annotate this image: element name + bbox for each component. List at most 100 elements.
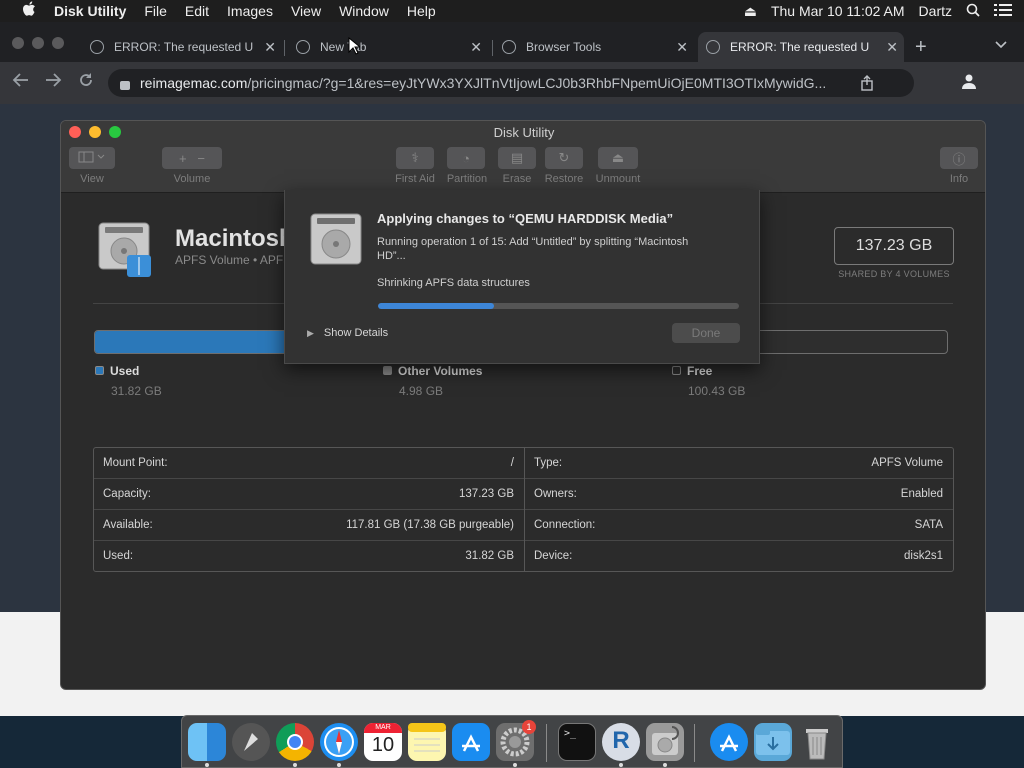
chevron-down-icon[interactable] xyxy=(995,38,1007,52)
browser-tab-2[interactable]: New Tab ✕ xyxy=(288,32,488,62)
finder-icon[interactable] xyxy=(188,723,226,761)
info-icon: ⓘ xyxy=(952,151,966,167)
menu-window[interactable]: Window xyxy=(339,3,389,19)
close-icon[interactable]: ✕ xyxy=(264,39,276,56)
apple-menu-icon[interactable] xyxy=(18,1,40,21)
close-icon[interactable]: ✕ xyxy=(470,39,482,56)
browser-minimize-button[interactable] xyxy=(32,37,44,49)
legend-label: Free xyxy=(687,364,713,378)
terminal-icon[interactable]: >_ xyxy=(558,723,596,761)
menubar-user[interactable]: Dartz xyxy=(919,3,952,19)
disk-utility-icon[interactable] xyxy=(646,723,684,761)
info-value: SATA xyxy=(914,519,943,531)
disk-utility-toolbar: Disk Utility View + − Volume ⚕ First Aid… xyxy=(61,121,985,193)
toolbar-label: Unmount xyxy=(595,173,641,185)
calendar-icon[interactable]: MAR 10 xyxy=(364,723,402,761)
info-value: APFS Volume xyxy=(871,457,943,469)
restore-button[interactable]: ↻ xyxy=(545,147,583,169)
hard-drive-icon xyxy=(309,210,365,268)
running-indicator xyxy=(619,763,623,767)
browser-close-button[interactable] xyxy=(12,37,24,49)
running-indicator xyxy=(337,763,341,767)
tab-title: New Tab xyxy=(320,40,367,54)
r-app-icon[interactable]: R xyxy=(602,723,640,761)
dock: MAR 10 1 >_ R xyxy=(181,715,843,768)
back-arrow-icon[interactable] xyxy=(12,72,30,93)
app-store-icon[interactable] xyxy=(452,723,490,761)
globe-icon xyxy=(90,40,104,54)
toolbar-label: Volume xyxy=(173,173,211,185)
menubar-clock[interactable]: Thu Mar 10 11:02 AM xyxy=(771,3,905,19)
partition-button[interactable]: ◔ xyxy=(447,147,485,169)
control-center-icon[interactable] xyxy=(994,3,1012,20)
disclosure-triangle-icon[interactable]: ▶ xyxy=(307,328,314,339)
lock-icon[interactable] xyxy=(120,80,130,90)
eject-icon: ⏏ xyxy=(611,150,625,165)
volume-info-table: Mount Point: / Capacity: 137.23 GB Availab… xyxy=(93,447,954,572)
close-icon[interactable]: ✕ xyxy=(886,39,898,56)
tab-title: ERROR: The requested U xyxy=(114,40,254,54)
address-bar[interactable]: reimagemac.com /pricingmac/?g=1&res=eyJt… xyxy=(108,69,914,97)
browser-zoom-button[interactable] xyxy=(52,37,64,49)
legend-amount: 31.82 GB xyxy=(111,384,162,398)
browser-tab-4-active[interactable]: ERROR: The requested U ✕ xyxy=(698,32,904,62)
show-details-toggle[interactable]: ▶ Show Details xyxy=(307,327,388,339)
info-key: Mount Point: xyxy=(103,457,168,469)
toolbar-label: Restore xyxy=(544,173,584,185)
notification-badge: 1 xyxy=(522,720,536,734)
volume-button[interactable]: + − xyxy=(162,147,222,169)
close-icon[interactable]: ✕ xyxy=(676,39,688,56)
info-button[interactable]: ⓘ xyxy=(940,147,978,169)
browser-tab-1[interactable]: ERROR: The requested U ✕ xyxy=(82,32,282,62)
table-row: Type: APFS Volume xyxy=(525,448,953,479)
legend-swatch xyxy=(95,366,104,375)
browser-tab-3[interactable]: Browser Tools ✕ xyxy=(494,32,694,62)
eject-icon[interactable]: ⏏ xyxy=(744,3,757,20)
apply-changes-sheet: Applying changes to “QEMU HARDDISK Media… xyxy=(284,190,760,364)
erase-icon: ▤ xyxy=(510,150,524,165)
legend-amount: 100.43 GB xyxy=(688,384,746,398)
info-value: 117.81 GB (17.38 GB purgeable) xyxy=(346,519,514,531)
terminal-prompt: >_ xyxy=(564,728,577,739)
dock-separator xyxy=(694,724,695,762)
sidebar-icon xyxy=(78,151,106,166)
menu-app-name[interactable]: Disk Utility xyxy=(54,3,126,19)
tab-separator xyxy=(492,40,493,56)
search-icon[interactable] xyxy=(966,3,980,20)
menu-edit[interactable]: Edit xyxy=(185,3,209,19)
launchpad-icon[interactable] xyxy=(232,723,270,761)
menu-file[interactable]: File xyxy=(144,3,167,19)
info-key: Available: xyxy=(103,519,153,531)
new-tab-plus-icon[interactable]: + xyxy=(915,36,927,59)
erase-button[interactable]: ▤ xyxy=(498,147,536,169)
done-button[interactable]: Done xyxy=(672,323,740,343)
reload-icon[interactable] xyxy=(78,72,94,93)
first-aid-button[interactable]: ⚕ xyxy=(396,147,434,169)
menu-view[interactable]: View xyxy=(291,3,321,19)
view-button[interactable] xyxy=(69,147,115,169)
table-row: Connection: SATA xyxy=(525,510,953,541)
show-details-label: Show Details xyxy=(323,327,389,339)
running-indicator xyxy=(513,763,517,767)
tab-title: Browser Tools xyxy=(526,40,602,54)
trash-icon[interactable] xyxy=(798,723,836,761)
toolbar-label: Info xyxy=(949,173,969,185)
restore-icon: ↻ xyxy=(558,150,570,165)
menu-help[interactable]: Help xyxy=(407,3,436,19)
forward-arrow-icon[interactable] xyxy=(44,72,62,93)
unmount-button[interactable]: ⏏ xyxy=(598,147,638,169)
share-icon[interactable] xyxy=(860,75,874,94)
chrome-icon[interactable] xyxy=(276,723,314,761)
info-value: / xyxy=(510,457,514,469)
info-key: Capacity: xyxy=(103,488,151,500)
app-store-downloads-icon[interactable] xyxy=(710,723,748,761)
menu-images[interactable]: Images xyxy=(227,3,273,19)
running-indicator xyxy=(293,763,297,767)
info-column-right: Type: APFS Volume Owners: Enabled Connecti… xyxy=(525,448,953,571)
profile-avatar-icon[interactable] xyxy=(958,72,980,94)
progress-fill xyxy=(378,303,494,309)
safari-icon[interactable] xyxy=(320,723,358,761)
legend-amount: 4.98 GB xyxy=(399,384,444,398)
notes-icon[interactable] xyxy=(408,723,446,761)
downloads-folder-icon[interactable] xyxy=(754,723,792,761)
